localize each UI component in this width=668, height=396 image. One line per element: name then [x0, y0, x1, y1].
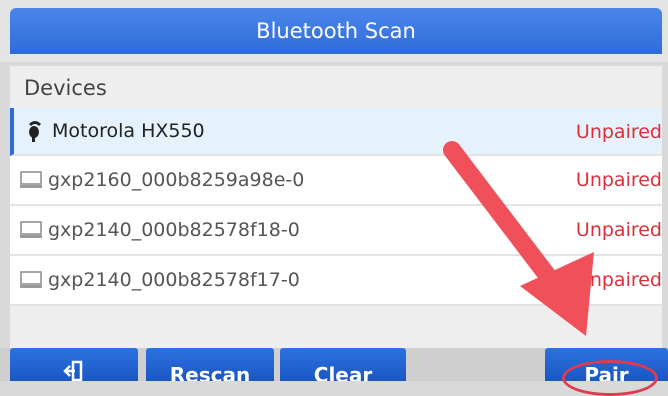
annotation-arrow	[443, 141, 594, 336]
